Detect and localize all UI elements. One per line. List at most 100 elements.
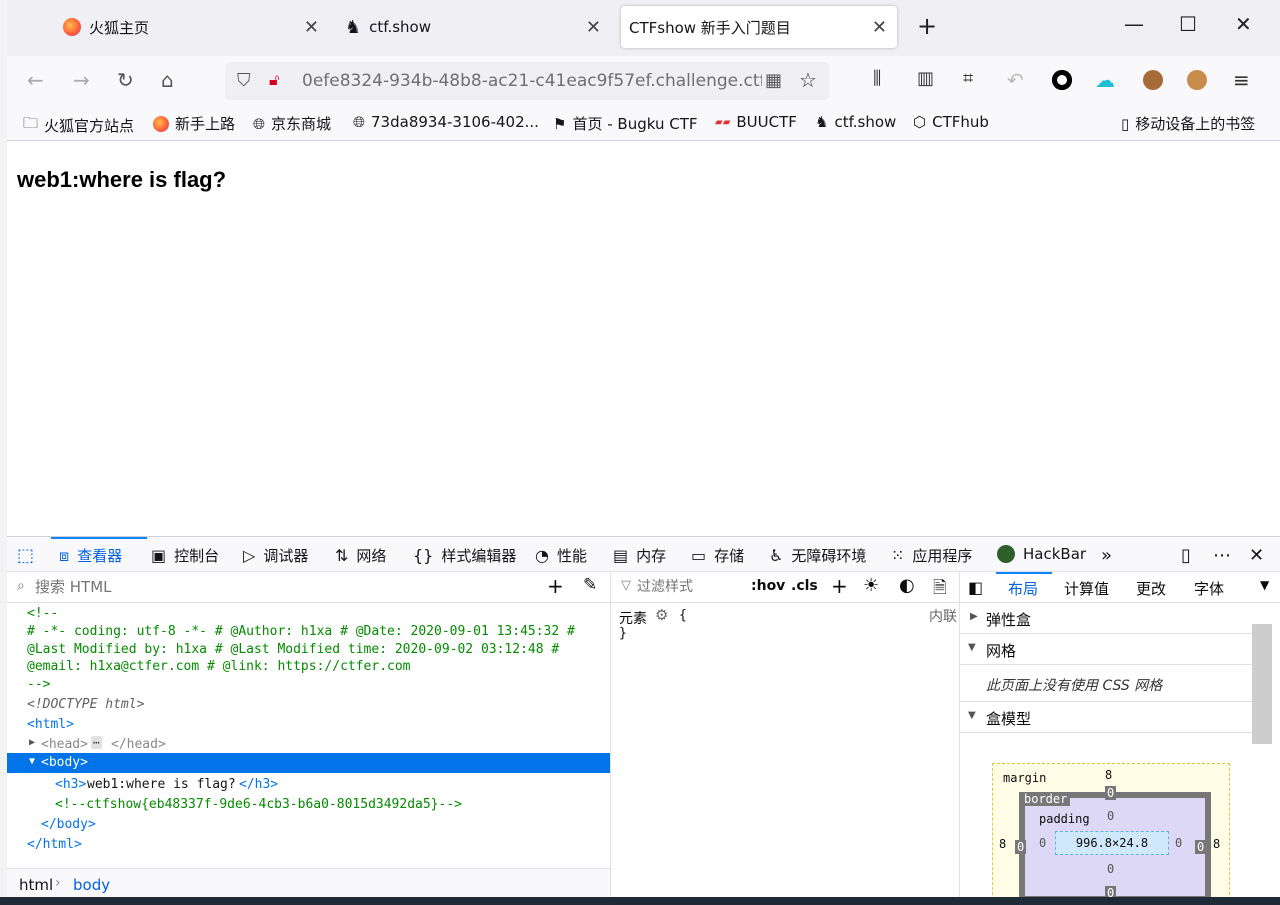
sidebar-icon[interactable]: ▥ [917, 68, 934, 89]
insecure-lock-icon[interactable]: 🔓︎ [269, 70, 279, 90]
add-rule-icon[interactable]: + [831, 574, 848, 598]
tab-accessibility[interactable]: ♿︎ 无障碍环境 [769, 545, 866, 566]
body-node[interactable]: <body> [41, 755, 88, 770]
tab-layout[interactable]: 布局 [1008, 578, 1038, 599]
selected-node-highlight[interactable] [7, 753, 610, 773]
padding-bottom-value[interactable]: 0 [1107, 862, 1114, 876]
print-media-icon[interactable]: 🗎︎ [933, 575, 947, 604]
undo-icon[interactable]: ↶ [1007, 68, 1024, 92]
cookie-extension-icon[interactable] [1143, 70, 1163, 90]
bookmark-buuctf[interactable]: ▰▰ BUUCTF [715, 113, 797, 131]
tab-console[interactable]: ▣ 控制台 [151, 545, 219, 566]
breadcrumb-body[interactable]: body [73, 876, 110, 894]
dock-icon[interactable]: ▯ [1181, 545, 1191, 566]
shield-icon[interactable]: ⛉ [237, 70, 251, 91]
h3-text[interactable]: web1:where is flag? [87, 777, 236, 792]
gear-icon[interactable]: ⚙ [655, 606, 668, 624]
tab-computed[interactable]: 计算值 [1064, 578, 1109, 599]
breadcrumb-html[interactable]: html [19, 876, 53, 894]
maximize-button[interactable]: ☐ [1179, 12, 1197, 36]
box-model-section[interactable]: ▼ 盒模型 [960, 702, 1252, 733]
tab-ctfshow-beginner[interactable]: CTFshow 新手入门题目 ✕ [621, 6, 897, 48]
close-icon[interactable]: ✕ [304, 17, 319, 38]
bookmark-73da[interactable]: 🌐︎ 73da8934-3106-402... [353, 113, 539, 131]
home-button[interactable]: ⌂ [161, 68, 174, 92]
tab-debugger[interactable]: ▷ 调试器 [243, 545, 308, 566]
add-node-icon[interactable]: + [547, 574, 564, 598]
hover-state-toggle[interactable]: :hov [751, 578, 785, 594]
mobile-bookmarks[interactable]: ▯ 移动设备上的书签 [1121, 113, 1255, 134]
tab-storage[interactable]: ▭ 存储 [691, 545, 744, 566]
menu-icon[interactable]: ≡ [1233, 68, 1250, 92]
close-icon[interactable]: ✕ [586, 17, 601, 38]
dark-theme-icon[interactable]: ◐ [899, 575, 915, 596]
class-toggle[interactable]: .cls [791, 578, 818, 594]
search-input[interactable] [33, 576, 517, 598]
tab-changes[interactable]: 更改 [1136, 578, 1166, 599]
library-icon[interactable]: ⫼ [873, 68, 881, 89]
tab-network[interactable]: ⇅ 网络 [335, 545, 386, 566]
ellipsis-badge[interactable]: ⋯ [91, 736, 102, 749]
tab-style-editor[interactable]: {} 样式编辑器 [413, 545, 516, 566]
tab-fonts[interactable]: 字体 [1194, 578, 1224, 599]
light-theme-icon[interactable]: ☀ [863, 575, 879, 596]
element-picker-icon[interactable]: ⬚ [17, 545, 34, 566]
border-left-value[interactable]: 0 [1015, 840, 1027, 854]
cloud-extension-icon[interactable]: ☁ [1095, 68, 1115, 92]
cookie-editor-icon[interactable] [1187, 70, 1207, 90]
border-right-value[interactable]: 0 [1195, 840, 1207, 854]
minimize-button[interactable]: — [1124, 12, 1144, 36]
bookmark-jd[interactable]: 🌐︎ 京东商城 [253, 113, 331, 134]
crop-icon[interactable]: ⌗ [963, 68, 973, 89]
url-text[interactable]: 0efe8324-934b-48b8-ac21-c41eac9f57ef.cha… [302, 71, 762, 91]
head-node[interactable]: <head> [41, 737, 88, 752]
bookmark-ctfshow[interactable]: ♞ ctf.show [815, 113, 896, 131]
content-box[interactable]: 996.8×24.8 [1055, 831, 1169, 855]
record-extension-icon[interactable] [1052, 70, 1072, 90]
close-icon[interactable]: ✕ [872, 17, 887, 38]
grid-section[interactable]: ▼ 网格 [960, 634, 1252, 665]
doctype-node[interactable]: <!DOCTYPE html> [27, 697, 144, 712]
close-window-button[interactable]: ✕ [1235, 12, 1252, 36]
scrollbar[interactable] [1252, 624, 1272, 744]
margin-left-value[interactable]: 8 [999, 837, 1006, 851]
chevron-down-icon[interactable]: ▼ [1260, 578, 1269, 592]
border-top-value[interactable]: 0 [1105, 786, 1117, 800]
qrcode-icon[interactable]: ▦ [765, 70, 782, 91]
tab-memory[interactable]: ▤ 内存 [613, 545, 666, 566]
options-menu-icon[interactable]: ⋯ [1213, 545, 1231, 566]
close-devtools-icon[interactable]: ✕ [1249, 545, 1264, 566]
padding-left-value[interactable]: 0 [1039, 836, 1046, 850]
reload-button[interactable]: ↻ [117, 68, 134, 92]
forward-button[interactable]: → [73, 68, 90, 92]
filter-styles-input[interactable] [635, 576, 739, 598]
tab-inspector[interactable]: ⧈ 查看器 [59, 545, 122, 566]
margin-top-value[interactable]: 8 [1105, 768, 1112, 782]
flexbox-section[interactable]: ▶ 弹性盒 [960, 603, 1252, 634]
toggle-pane-icon[interactable]: ◧ [968, 578, 983, 597]
tab-performance[interactable]: ◔ 性能 [535, 545, 587, 566]
back-button[interactable]: ← [27, 68, 44, 92]
more-tabs-icon[interactable]: » [1101, 545, 1112, 566]
bookmark-firefox-official[interactable]: 🗀 火狐官方站点 [23, 113, 134, 138]
html-node[interactable]: <html> [27, 717, 74, 732]
tab-hackbar[interactable]: HackBar [997, 545, 1086, 563]
flag-comment[interactable]: <!--ctfshow{eb48337f-9de6-4cb3-b6a0-8015… [55, 797, 462, 812]
bookmark-star-icon[interactable]: ☆ [799, 68, 817, 92]
margin-right-value[interactable]: 8 [1213, 837, 1220, 851]
new-tab-button[interactable]: + [917, 12, 937, 40]
bookmark-getting-started[interactable]: 新手上路 [153, 113, 235, 134]
tab-ctfshow[interactable]: ♞ ctf.show ✕ [345, 6, 611, 48]
eyedropper-icon[interactable]: ✎ [583, 575, 597, 595]
padding-right-value[interactable]: 0 [1175, 836, 1182, 850]
expand-arrow-icon[interactable]: ▶ [29, 737, 35, 748]
h3-node[interactable]: <h3> [55, 777, 86, 792]
url-bar[interactable]: ⛉ 🔓︎ 0efe8324-934b-48b8-ac21-c41eac9f57e… [225, 62, 829, 100]
bookmark-ctfhub[interactable]: ⬡ CTFhub [913, 113, 989, 131]
tab-firefox-home[interactable]: 火狐主页 ✕ [63, 6, 329, 48]
tab-application[interactable]: ⁙ 应用程序 [891, 545, 972, 566]
border-bottom-value[interactable]: 0 [1105, 886, 1117, 897]
collapse-arrow-icon[interactable]: ▼ [29, 756, 35, 767]
bookmark-bugku[interactable]: ⚑ 首页 - Bugku CTF [553, 113, 698, 134]
padding-top-value[interactable]: 0 [1107, 809, 1114, 823]
